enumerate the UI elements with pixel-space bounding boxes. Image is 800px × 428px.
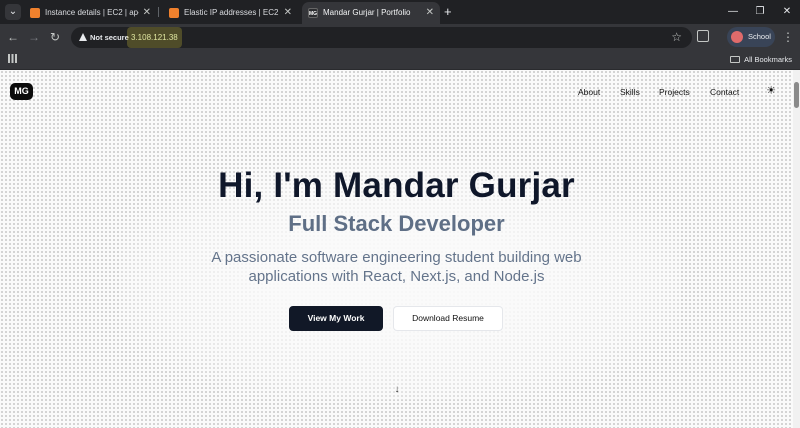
- close-icon[interactable]: ✕: [426, 2, 434, 24]
- page-viewport: MG About Skills Projects Contact ☀ Hi, I…: [0, 70, 793, 428]
- profile-label: School: [748, 32, 771, 41]
- bookmark-star-icon[interactable]: ☆: [671, 29, 682, 45]
- nav-link-contact[interactable]: Contact: [710, 87, 739, 98]
- tab-title: Mandar Gurjar | Portfolio: [323, 8, 411, 17]
- close-icon[interactable]: ✕: [143, 2, 151, 24]
- theme-toggle-sun-icon[interactable]: ☀: [765, 85, 777, 97]
- site-logo[interactable]: MG: [10, 83, 33, 100]
- extensions-puzzle-icon[interactable]: [697, 30, 709, 42]
- all-bookmarks-button[interactable]: All Bookmarks: [730, 50, 792, 70]
- window-close-icon[interactable]: ✕: [779, 4, 795, 20]
- tab-title: Elastic IP addresses | EC2 | ap-south-1: [184, 8, 280, 17]
- toolbar: ← → ↻ Not secure 3.108.121.38 ☆ School ⋮: [0, 24, 800, 50]
- hero-description: A passionate software engineering studen…: [211, 249, 582, 285]
- folder-icon: [730, 56, 741, 63]
- tab-strip: ⌄ Instance details | EC2 | ap-south-1 ✕ …: [0, 0, 800, 24]
- apps-grid-icon[interactable]: [8, 54, 17, 63]
- new-tab-plus-icon[interactable]: +: [444, 3, 452, 21]
- page-scrollbar[interactable]: [793, 70, 800, 428]
- tab-search-chevron-icon[interactable]: ⌄: [5, 4, 21, 20]
- forward-arrow-icon[interactable]: →: [26, 29, 42, 45]
- reload-icon[interactable]: ↻: [47, 29, 63, 45]
- url-text[interactable]: 3.108.121.38: [127, 27, 182, 48]
- download-resume-button[interactable]: Download Resume: [393, 306, 503, 331]
- minimize-icon[interactable]: —: [725, 4, 741, 20]
- avatar: [731, 31, 743, 43]
- security-indicator[interactable]: Not secure: [74, 30, 135, 45]
- scroll-down-arrow-icon[interactable]: ↓: [391, 384, 403, 396]
- menu-kebab-icon[interactable]: ⋮: [782, 29, 794, 45]
- hero-title: Hi, I'm Mandar Gurjar: [218, 166, 575, 205]
- scrollbar-thumb[interactable]: [794, 82, 799, 108]
- aws-icon: [169, 8, 179, 18]
- warning-icon: [79, 33, 87, 41]
- view-my-work-button[interactable]: View My Work: [289, 306, 383, 331]
- nav-link-projects[interactable]: Projects: [659, 87, 690, 98]
- restore-icon[interactable]: ❐: [752, 4, 768, 20]
- tab-portfolio[interactable]: MG Mandar Gurjar | Portfolio ✕: [302, 2, 440, 24]
- tab-elastic-ip[interactable]: Elastic IP addresses | EC2 | ap-south-1 …: [163, 2, 298, 24]
- back-arrow-icon[interactable]: ←: [5, 29, 21, 45]
- tab-title: Instance details | EC2 | ap-south-1: [45, 8, 139, 17]
- address-bar[interactable]: Not secure 3.108.121.38 ☆: [71, 27, 692, 48]
- aws-icon: [30, 8, 40, 18]
- all-bookmarks-label: All Bookmarks: [744, 55, 792, 64]
- bookmarks-bar: All Bookmarks: [0, 50, 800, 70]
- close-icon[interactable]: ✕: [284, 2, 292, 24]
- profile-button[interactable]: School: [727, 27, 775, 47]
- hero-subtitle: Full Stack Developer: [288, 211, 505, 236]
- nav-link-skills[interactable]: Skills: [620, 87, 640, 98]
- mg-icon: MG: [308, 8, 318, 18]
- browser-chrome: ⌄ Instance details | EC2 | ap-south-1 ✕ …: [0, 0, 800, 70]
- tab-instance-details[interactable]: Instance details | EC2 | ap-south-1 ✕: [24, 2, 157, 24]
- security-label: Not secure: [90, 33, 129, 42]
- tab-divider: [158, 7, 159, 17]
- nav-link-about[interactable]: About: [578, 87, 600, 98]
